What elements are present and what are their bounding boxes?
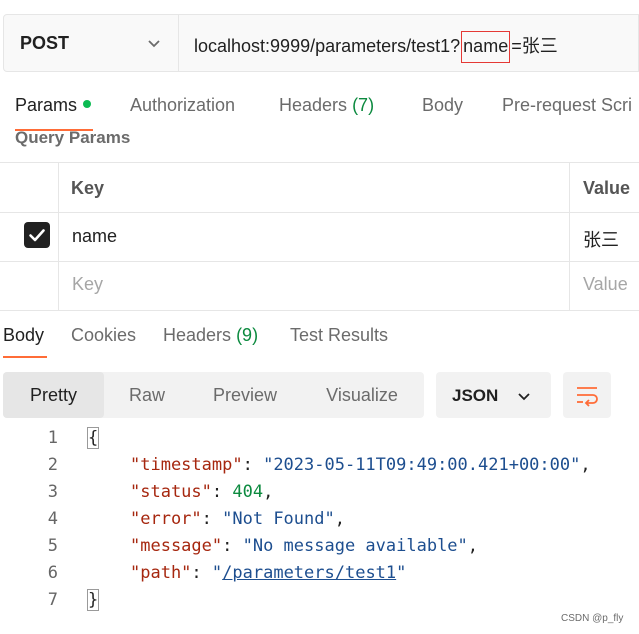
json-value: "No message available" xyxy=(242,536,468,556)
tab-headers[interactable]: Headers (7) xyxy=(279,95,374,116)
line-content: "timestamp": "2023-05-11T09:49:00.421+00… xyxy=(130,455,591,475)
mode-visualize[interactable]: Visualize xyxy=(300,372,424,418)
json-key: "timestamp" xyxy=(130,455,243,475)
mode-preview[interactable]: Preview xyxy=(190,372,300,418)
language-label: JSON xyxy=(452,386,499,405)
params-status-dot-icon xyxy=(83,100,92,109)
language-select[interactable]: JSON xyxy=(436,372,551,418)
open-brace: { xyxy=(86,427,100,449)
json-trail: , xyxy=(467,536,479,556)
query-params-title: Query Params xyxy=(15,128,131,147)
line-content: "path": "/parameters/test1" xyxy=(130,563,407,583)
url-prefix: localhost:9999/parameters/test1? xyxy=(194,36,461,56)
active-response-tab-indicator xyxy=(3,356,47,358)
response-tab-headers-label: Headers xyxy=(163,325,232,345)
line-number: 1 xyxy=(47,428,58,448)
table-column-divider xyxy=(58,162,59,310)
line-content: { xyxy=(86,427,100,449)
path-link[interactable]: /parameters/test1 xyxy=(222,563,396,583)
json-value-quote: " xyxy=(211,563,223,583)
table-divider xyxy=(0,162,639,163)
json-value: 404 xyxy=(232,482,264,502)
column-header-value: Value xyxy=(583,178,631,198)
tab-params[interactable]: Params xyxy=(15,95,92,116)
response-tab-headers[interactable]: Headers (9) xyxy=(163,325,258,346)
tab-headers-count: (7) xyxy=(352,95,375,115)
json-key: "error" xyxy=(130,509,202,529)
tab-params-label: Params xyxy=(15,95,78,115)
url-suffix: =张三 xyxy=(511,36,558,56)
watermark: CSDN @p_fly xyxy=(561,613,624,624)
request-bar: POST localhost:9999/parameters/test1? nam… xyxy=(3,14,639,72)
json-trail: , xyxy=(263,482,274,502)
line-number: 4 xyxy=(47,509,58,529)
wrap-lines-icon xyxy=(577,387,598,407)
line-content: } xyxy=(86,589,100,611)
line-number: 6 xyxy=(47,563,58,583)
response-tab-cookies[interactable]: Cookies xyxy=(71,325,136,346)
param-value-cell[interactable]: 张三 xyxy=(583,226,619,252)
format-mode-selector: Pretty Raw Preview Visualize xyxy=(3,372,424,418)
response-tab-body[interactable]: Body xyxy=(3,325,44,346)
table-column-divider xyxy=(569,162,570,310)
param-enabled-checkbox[interactable] xyxy=(24,222,50,248)
mode-pretty[interactable]: Pretty xyxy=(3,372,104,418)
line-number: 2 xyxy=(47,455,58,475)
line-content: "message": "No message available", xyxy=(130,536,479,556)
response-tab-headers-count: (9) xyxy=(236,325,259,345)
tab-body[interactable]: Body xyxy=(422,95,463,116)
tab-pre-request-script[interactable]: Pre-request Scri xyxy=(502,95,632,116)
close-brace: } xyxy=(86,589,100,611)
json-key: "path" xyxy=(130,563,192,583)
param-key-cell[interactable]: name xyxy=(72,226,117,247)
new-param-value-input[interactable]: Value xyxy=(583,274,628,295)
wrap-lines-button[interactable] xyxy=(563,372,611,418)
json-trail: , xyxy=(334,509,345,529)
mode-raw[interactable]: Raw xyxy=(104,372,190,418)
url-input[interactable]: localhost:9999/parameters/test1? name =张三 xyxy=(194,31,558,63)
line-number: 5 xyxy=(47,536,58,556)
json-value-quote: " xyxy=(396,563,407,583)
table-divider xyxy=(0,212,639,213)
line-number: 7 xyxy=(47,590,58,610)
line-number: 3 xyxy=(47,482,58,502)
method-label: POST xyxy=(20,33,70,53)
response-tab-test-results[interactable]: Test Results xyxy=(290,325,388,346)
line-content: "status": 404, xyxy=(130,482,274,502)
json-value: "2023-05-11T09:49:00.421+00:00" xyxy=(263,455,581,475)
json-value: "Not Found" xyxy=(222,509,335,529)
json-key: "status" xyxy=(130,482,212,502)
method-select[interactable]: POST xyxy=(4,15,179,71)
tab-authorization[interactable]: Authorization xyxy=(130,95,235,116)
table-divider xyxy=(0,261,639,262)
json-key: "message" xyxy=(130,536,223,556)
table-divider xyxy=(0,310,639,311)
tab-headers-label: Headers xyxy=(279,95,348,115)
request-tabs: Params Authorization Headers (7) Body Pr… xyxy=(0,95,639,125)
new-param-key-input[interactable]: Key xyxy=(72,274,103,295)
chevron-down-icon xyxy=(518,393,530,401)
line-content: "error": "Not Found", xyxy=(130,509,345,529)
url-highlighted-param: name xyxy=(461,31,511,63)
json-trail: , xyxy=(580,455,591,475)
checkmark-icon xyxy=(29,229,45,242)
column-header-key: Key xyxy=(71,178,105,198)
chevron-down-icon xyxy=(148,40,160,48)
